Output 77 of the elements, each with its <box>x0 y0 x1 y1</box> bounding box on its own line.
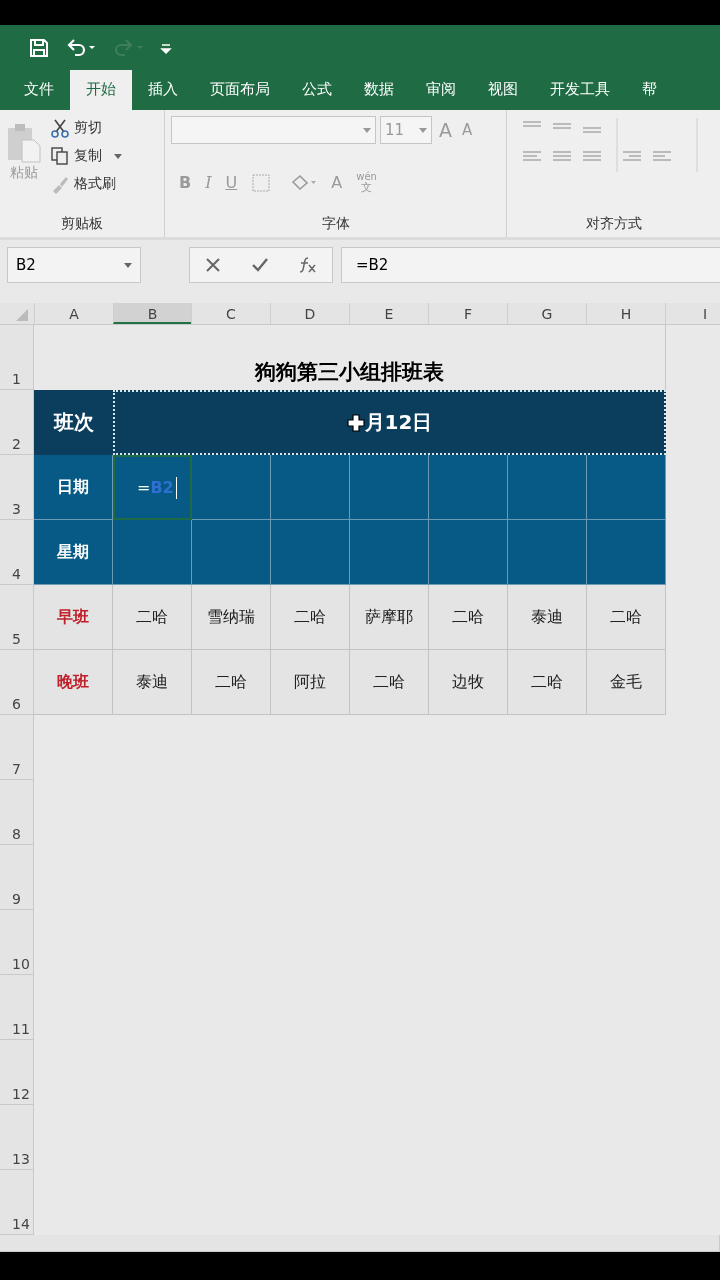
ribbon-tab[interactable]: 审阅 <box>410 70 472 110</box>
table-cell: 二哈 <box>429 585 508 650</box>
check-icon[interactable] <box>251 257 269 273</box>
row-header[interactable]: 3 <box>0 455 34 520</box>
table-cell: 雪纳瑞 <box>192 585 271 650</box>
table-cell: 星期 <box>34 520 113 585</box>
scissors-icon <box>50 118 70 138</box>
group-label: 剪贴板 <box>60 215 104 233</box>
row-header[interactable]: 12 <box>0 1040 34 1105</box>
ribbon-tab[interactable]: 文件 <box>8 70 70 110</box>
table-cell: 班次 <box>34 390 113 455</box>
table-cell: 边牧 <box>429 650 508 715</box>
column-header[interactable]: D <box>270 303 349 324</box>
save-icon[interactable] <box>28 36 50 59</box>
table-cell: 泰迪 <box>508 585 587 650</box>
table-cell: 二哈 <box>192 650 271 715</box>
row-header[interactable]: 4 <box>0 520 34 585</box>
ribbon-tab[interactable]: 公式 <box>286 70 348 110</box>
row-header[interactable]: 2 <box>0 390 34 455</box>
table-cell: 二哈 <box>113 585 192 650</box>
table-cell: 阿拉 <box>271 650 350 715</box>
redo-icon[interactable] <box>112 36 146 59</box>
row-header[interactable]: 9 <box>0 845 34 910</box>
table-cell: 早班 <box>34 585 113 650</box>
row-header[interactable]: 14 <box>0 1170 34 1235</box>
column-header[interactable]: C <box>191 303 270 324</box>
column-header[interactable]: E <box>349 303 428 324</box>
ribbon-tab[interactable]: 视图 <box>472 70 534 110</box>
column-header[interactable]: H <box>586 303 665 324</box>
ribbon-tab[interactable]: 数据 <box>348 70 410 110</box>
font-name-field[interactable] <box>171 116 376 144</box>
caret-icon <box>114 153 122 159</box>
table-cell: 日期 <box>34 455 113 520</box>
group-label: 对齐方式 <box>584 215 643 233</box>
table-cell: 萨摩耶 <box>350 585 429 650</box>
fill-bucket-icon[interactable] <box>289 172 318 193</box>
formula-field[interactable]: =B2 <box>341 247 720 283</box>
ribbon-tab[interactable]: 开发工具 <box>534 70 626 110</box>
row-header[interactable]: 13 <box>0 1105 34 1170</box>
caret-icon <box>419 127 427 133</box>
editing-cell[interactable]: =B2 <box>113 455 192 520</box>
column-header[interactable]: I <box>665 303 720 324</box>
column-header[interactable]: F <box>428 303 507 324</box>
column-header[interactable]: B <box>113 303 191 324</box>
row-header[interactable] <box>0 1235 720 1252</box>
ribbon-tab[interactable]: 开始 <box>70 70 132 110</box>
function-icon[interactable] <box>299 256 317 274</box>
table-cell: 泰迪 <box>113 650 192 715</box>
caret-icon <box>124 262 132 268</box>
table-cell: 晚班 <box>34 650 113 715</box>
table-cell: 二哈 <box>508 650 587 715</box>
row-header[interactable]: 5 <box>0 585 34 650</box>
ribbon-tab[interactable]: 页面布局 <box>194 70 286 110</box>
copy-button[interactable]: 复制 <box>50 144 122 168</box>
row-header[interactable]: 6 <box>0 650 34 715</box>
copy-icon <box>50 146 70 166</box>
row-header[interactable]: 10 <box>0 910 34 975</box>
column-header[interactable]: G <box>507 303 586 324</box>
table-cell: 二哈 <box>350 650 429 715</box>
cut-button[interactable]: 剪切 <box>50 116 122 140</box>
group-label: 字体 <box>320 215 351 233</box>
row-header[interactable]: 11 <box>0 975 34 1040</box>
clipboard-icon <box>6 122 42 164</box>
ribbon-tab[interactable]: 帮 <box>626 70 673 110</box>
ribbon-tab[interactable]: 插入 <box>132 70 194 110</box>
row-header[interactable]: 1 <box>0 325 34 390</box>
table-cell: 金毛 <box>587 650 666 715</box>
caret-icon <box>363 127 371 133</box>
merged-date: 月12日 <box>364 409 433 436</box>
format-painter-button[interactable]: 格式刷 <box>50 172 122 196</box>
close-icon[interactable] <box>205 257 221 273</box>
table-cell: 二哈 <box>271 585 350 650</box>
table-cell: 二哈 <box>587 585 666 650</box>
row-header[interactable]: 7 <box>0 715 34 780</box>
name-box[interactable]: B2 <box>7 247 141 283</box>
row-header[interactable]: 8 <box>0 780 34 845</box>
move-cursor-icon <box>346 413 365 432</box>
